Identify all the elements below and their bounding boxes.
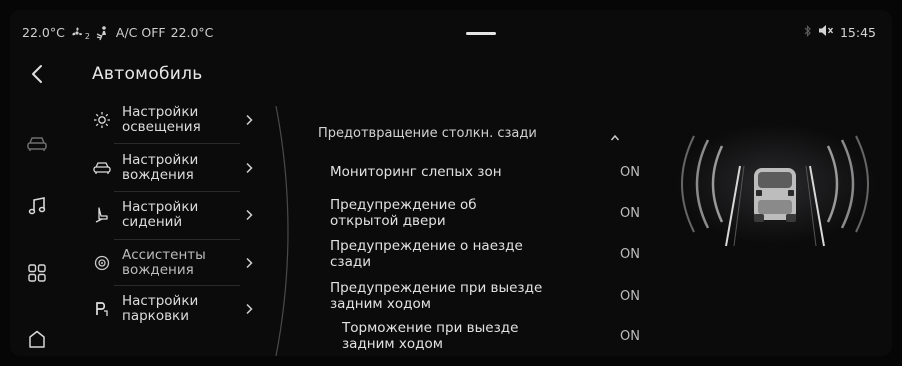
setting-label: Предупреждение при выезде задним ходом (330, 280, 543, 312)
section-title: Предотвращение столкн. сзади (318, 125, 537, 141)
setting-label: Предупреждение об открытой двери (330, 197, 477, 229)
setting-value[interactable]: ON (620, 206, 640, 221)
climate-left-temp: 22.0°C (22, 25, 65, 40)
setting-row-reverse-exit-braking[interactable]: Торможение при выезде задним ходом ON (342, 319, 662, 353)
sun-icon (90, 108, 114, 132)
seat-icon (90, 203, 114, 227)
menu-item-parking[interactable]: Настройки парковки (90, 286, 280, 332)
menu-divider (114, 143, 240, 144)
page-title: Автомобиль (92, 64, 203, 84)
section-header-rear-collision[interactable]: Предотвращение столкн. сзади (318, 118, 648, 148)
airflow-person-icon (95, 25, 111, 41)
menu-label: Настройки сидений (122, 199, 199, 230)
bluetooth-icon (804, 24, 812, 40)
clock: 15:45 (839, 24, 876, 40)
setting-label: Предупреждение о наезде сзади (330, 238, 523, 270)
menu-item-driving[interactable]: Настройки вождения (90, 145, 280, 191)
setting-label: Мониторинг слепых зон (330, 164, 502, 180)
menu-label: Ассистенты вождения (122, 247, 206, 278)
chevron-right-icon (242, 256, 256, 270)
setting-value[interactable]: ON (620, 329, 640, 344)
car-icon[interactable] (26, 133, 48, 155)
chevron-right-icon (242, 302, 256, 316)
chevron-right-icon (242, 113, 256, 127)
menu-label: Настройки освещения (122, 104, 201, 135)
assist-target-icon (90, 251, 114, 275)
setting-value[interactable]: ON (620, 289, 640, 304)
chevron-up-icon (610, 127, 620, 146)
ac-status: A/C OFF (115, 25, 166, 40)
home-icon[interactable] (26, 328, 48, 350)
menu-item-driving-assist[interactable]: Ассистенты вождения (90, 240, 280, 286)
chevron-right-icon (242, 161, 256, 175)
setting-row-door-open-warning[interactable]: Предупреждение об открытой двери ON (330, 196, 650, 230)
setting-value[interactable]: ON (620, 247, 640, 262)
setting-row-rear-collision-warning[interactable]: Предупреждение о наезде сзади ON (330, 237, 650, 271)
setting-value[interactable]: ON (620, 165, 640, 180)
chevron-right-icon (242, 208, 256, 222)
status-right: 15:45 (804, 24, 876, 40)
panel-separator-arc (275, 106, 289, 356)
music-icon[interactable] (26, 195, 48, 217)
fan-level: 2 (84, 32, 90, 41)
setting-row-blind-spot[interactable]: Мониторинг слепых зон ON (330, 160, 650, 184)
menu-item-lighting[interactable]: Настройки освещения (90, 97, 280, 143)
apps-grid-icon[interactable] (26, 262, 48, 284)
parking-icon (90, 297, 114, 321)
climate-right-temp: 22.0°C (170, 25, 214, 40)
fan-icon (70, 26, 86, 40)
menu-item-seats[interactable]: Настройки сидений (90, 192, 280, 238)
mute-icon[interactable] (818, 24, 834, 40)
setting-label: Торможение при выезде задним ходом (342, 320, 519, 352)
infotainment-screen: 22.0°C 2 A/C OFF 22.0°C 15:45 Автомобиль… (10, 10, 892, 356)
back-arrow-icon[interactable] (26, 63, 48, 85)
setting-row-reverse-exit-warning[interactable]: Предупреждение при выезде задним ходом O… (330, 279, 650, 313)
steering-car-icon (90, 156, 114, 180)
menu-label: Настройки парковки (122, 293, 199, 324)
home-indicator[interactable] (466, 32, 496, 35)
menu-label: Настройки вождения (122, 152, 199, 183)
climate-status[interactable]: 22.0°C 2 A/C OFF 22.0°C (22, 24, 213, 41)
car-radar-visualization (675, 124, 875, 247)
